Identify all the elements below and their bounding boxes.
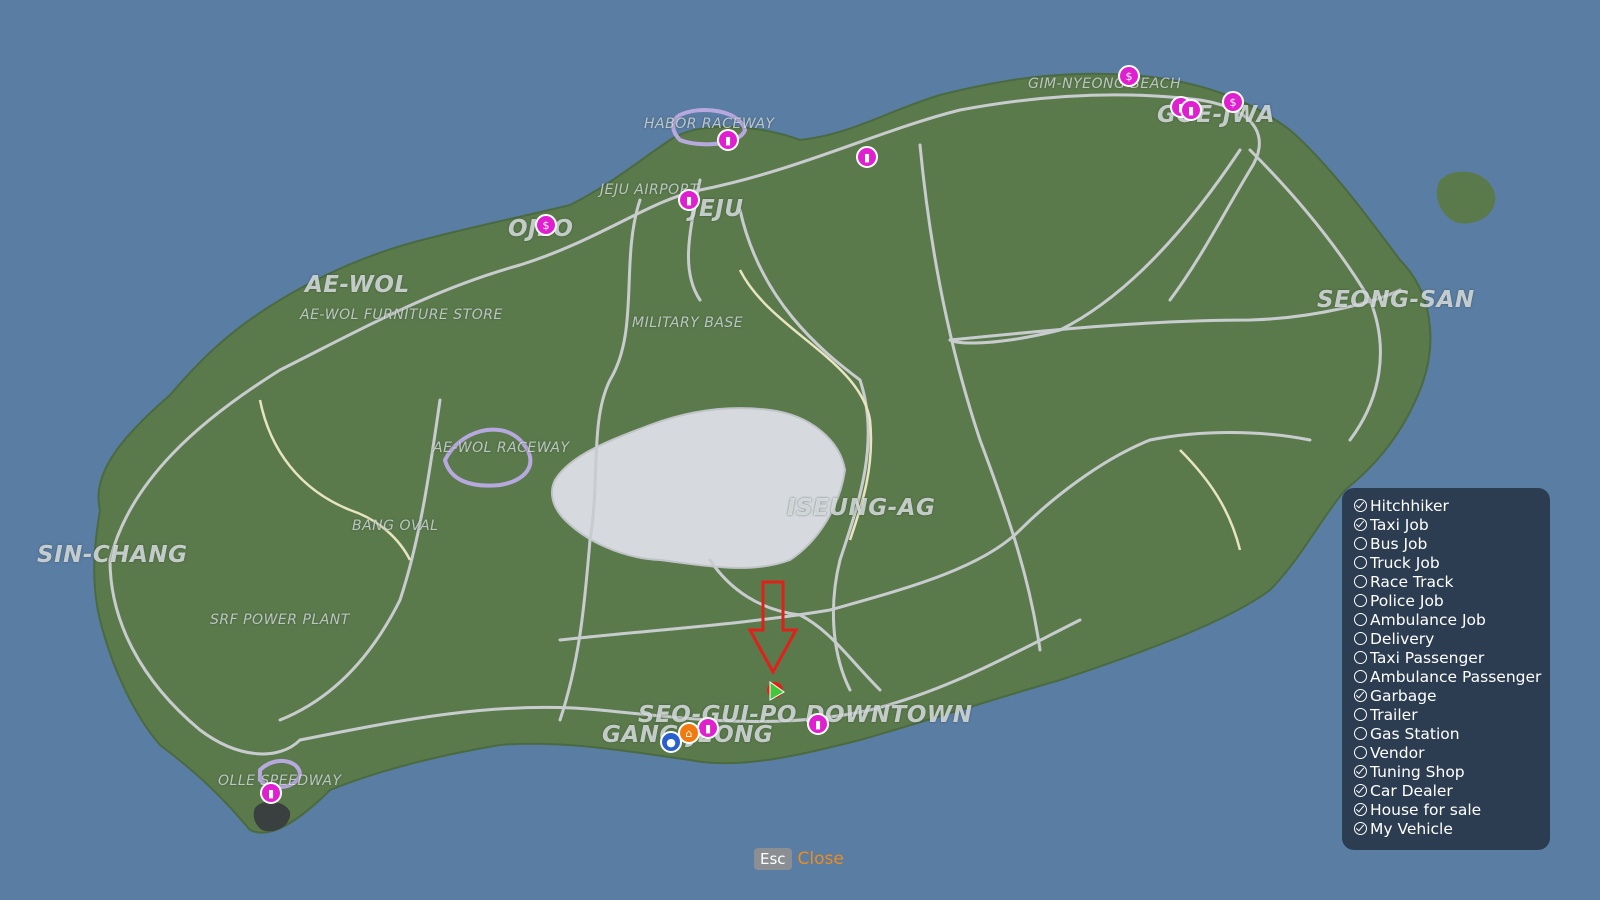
checkbox-icon[interactable]	[1354, 632, 1367, 645]
checkbox-icon[interactable]	[1354, 556, 1367, 569]
legend-item-vendor[interactable]: Vendor	[1354, 743, 1550, 762]
legend-label: Garbage	[1370, 686, 1437, 705]
close-hint[interactable]: Esc Close	[754, 848, 844, 870]
legend-item-tuning-shop[interactable]: Tuning Shop	[1354, 762, 1550, 781]
legend-item-ambulance-passenger[interactable]: Ambulance Passenger	[1354, 667, 1550, 686]
place-label-ae-wol-raceway: AE-WOL RACEWAY	[433, 440, 570, 456]
legend-label: Truck Job	[1370, 553, 1440, 572]
house-icon[interactable]: $	[1118, 65, 1140, 87]
checkbox-icon[interactable]	[1354, 765, 1367, 778]
legend-item-police-job[interactable]: Police Job	[1354, 591, 1550, 610]
legend-item-car-dealer[interactable]: Car Dealer	[1354, 781, 1550, 800]
place-label-sin-chang: SIN-CHANG	[37, 542, 188, 568]
place-label-srf-power-plant: SRF POWER PLANT	[210, 612, 350, 628]
car-icon[interactable]: ▮	[260, 782, 282, 804]
legend-label: Ambulance Passenger	[1370, 667, 1542, 686]
place-label-military-base: MILITARY BASE	[632, 315, 744, 331]
legend-label: Taxi Passenger	[1370, 648, 1485, 667]
checkbox-icon[interactable]	[1354, 518, 1367, 531]
car-icon[interactable]: ▮	[678, 189, 700, 211]
legend-label: Hitchhiker	[1370, 496, 1449, 515]
place-label-bang-oval: BANG OVAL	[352, 518, 439, 534]
legend-label: Trailer	[1370, 705, 1418, 724]
legend-item-garbage[interactable]: Garbage	[1354, 686, 1550, 705]
legend-label: Car Dealer	[1370, 781, 1453, 800]
legend-item-delivery[interactable]: Delivery	[1354, 629, 1550, 648]
checkbox-icon[interactable]	[1354, 689, 1367, 702]
legend-label: Gas Station	[1370, 724, 1460, 743]
legend-item-taxi-passenger[interactable]: Taxi Passenger	[1354, 648, 1550, 667]
legend-item-bus-job[interactable]: Bus Job	[1354, 534, 1550, 553]
place-label-ae-wol: AE-WOL	[305, 272, 410, 298]
legend-item-my-vehicle[interactable]: My Vehicle	[1354, 819, 1550, 838]
legend-item-race-track[interactable]: Race Track	[1354, 572, 1550, 591]
house-icon[interactable]: $	[535, 214, 557, 236]
legend-label: Ambulance Job	[1370, 610, 1486, 629]
legend-item-ambulance-job[interactable]: Ambulance Job	[1354, 610, 1550, 629]
checkbox-icon[interactable]	[1354, 746, 1367, 759]
legend-item-taxi-job[interactable]: Taxi Job	[1354, 515, 1550, 534]
checkbox-icon[interactable]	[1354, 594, 1367, 607]
checkbox-icon[interactable]	[1354, 727, 1367, 740]
checkbox-icon[interactable]	[1354, 613, 1367, 626]
checkbox-icon[interactable]	[1354, 803, 1367, 816]
legend-label: Bus Job	[1370, 534, 1428, 553]
legend-label: Delivery	[1370, 629, 1435, 648]
place-label-furniture-store: AE-WOL FURNITURE STORE	[300, 307, 503, 323]
small-islet	[1436, 171, 1496, 224]
legend-label: Tuning Shop	[1370, 762, 1465, 781]
legend-item-trailer[interactable]: Trailer	[1354, 705, 1550, 724]
legend-label: Taxi Job	[1370, 515, 1429, 534]
house-icon[interactable]: $	[1222, 91, 1244, 113]
legend-item-truck-job[interactable]: Truck Job	[1354, 553, 1550, 572]
legend-label: My Vehicle	[1370, 819, 1453, 838]
legend-label: House for sale	[1370, 800, 1482, 819]
legend-item-house-for-sale[interactable]: House for sale	[1354, 800, 1550, 819]
checkbox-icon[interactable]	[1354, 708, 1367, 721]
car-front-icon[interactable]: ●	[660, 731, 682, 753]
place-label-seong-san: SEONG-SAN	[1317, 287, 1475, 313]
close-button[interactable]: Close	[798, 849, 844, 869]
place-label-gim-nyeong-beach: GIM-NYEONG BEACH	[1028, 76, 1182, 92]
checkbox-icon[interactable]	[1354, 651, 1367, 664]
map-legend: Hitchhiker Taxi Job Bus Job Truck Job Ra…	[1342, 488, 1550, 850]
place-label-habor-raceway: HABOR RACEWAY	[644, 116, 775, 132]
legend-label: Race Track	[1370, 572, 1454, 591]
taxi-icon[interactable]: ▮	[856, 146, 878, 168]
legend-item-gas-station[interactable]: Gas Station	[1354, 724, 1550, 743]
checkbox-icon[interactable]	[1354, 784, 1367, 797]
esc-key-badge[interactable]: Esc	[754, 848, 792, 870]
car-icon[interactable]: ▮	[717, 129, 739, 151]
legend-label: Vendor	[1370, 743, 1425, 762]
car-icon[interactable]: ▮	[697, 717, 719, 739]
checkbox-icon[interactable]	[1354, 575, 1367, 588]
checkbox-icon[interactable]	[1354, 537, 1367, 550]
checkbox-icon[interactable]	[1354, 670, 1367, 683]
taxi-icon[interactable]: ▮	[1180, 99, 1202, 121]
place-label-seung-ag: ISEUNG-AG	[787, 495, 936, 521]
checkbox-icon[interactable]	[1354, 499, 1367, 512]
legend-label: Police Job	[1370, 591, 1444, 610]
checkbox-icon[interactable]	[1354, 822, 1367, 835]
legend-item-hitchhiker[interactable]: Hitchhiker	[1354, 496, 1550, 515]
taxi-icon[interactable]: ▮	[807, 713, 829, 735]
